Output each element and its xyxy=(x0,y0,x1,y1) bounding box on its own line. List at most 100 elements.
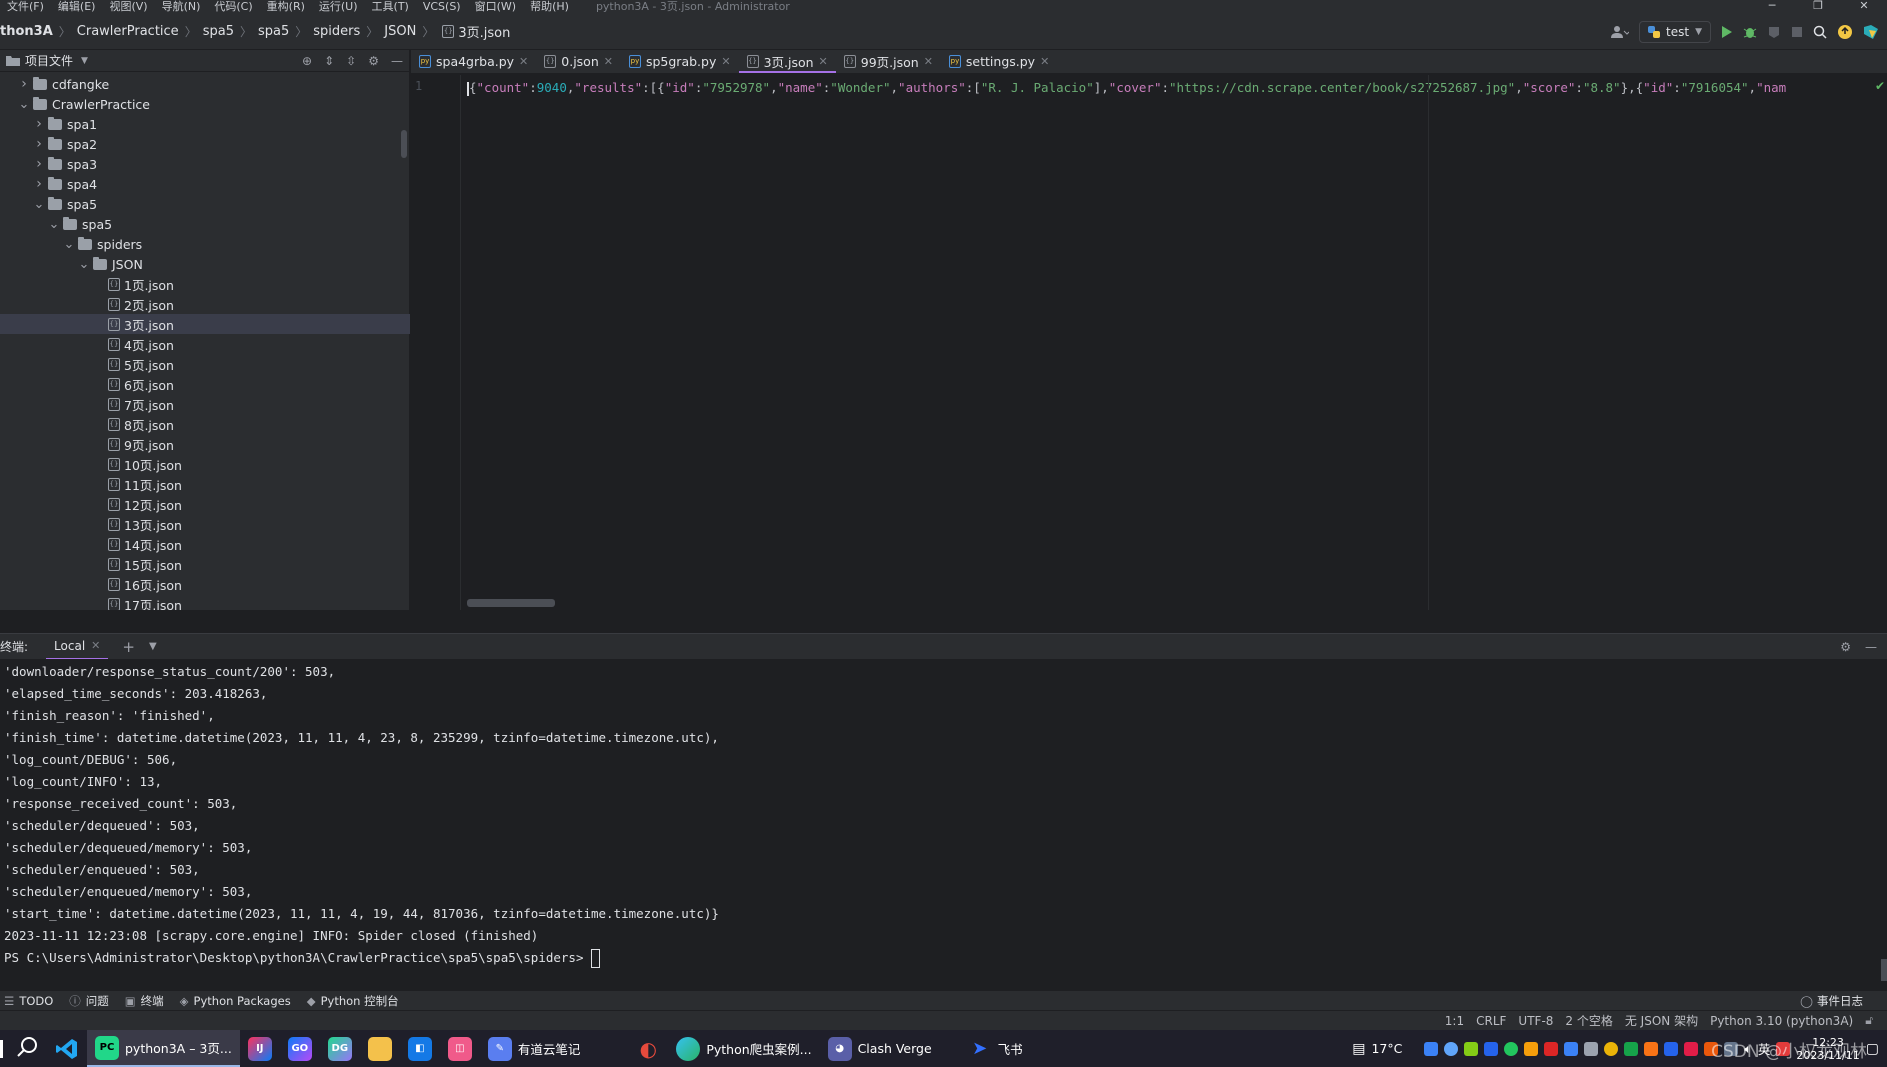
tree-file[interactable]: {} 12页.json xyxy=(0,494,410,514)
menu-item[interactable]: 重构(R) xyxy=(260,0,312,14)
taskbar-clash[interactable]: ◕ Clash Verge xyxy=(820,1030,940,1067)
notification-icon[interactable]: ▢ xyxy=(1866,1041,1879,1057)
breadcrumb-item[interactable]: spa5 xyxy=(258,24,289,39)
tree-folder[interactable]: › spa4 xyxy=(0,174,410,194)
python-interpreter[interactable]: Python 3.10 (python3A) xyxy=(1704,1014,1859,1028)
tray-app-icon[interactable] xyxy=(1644,1041,1659,1056)
tree-folder[interactable]: ⌄ JSON xyxy=(0,254,410,274)
locate-icon[interactable]: ⊕ xyxy=(302,54,312,68)
tree-folder[interactable]: › spa3 xyxy=(0,154,410,174)
chevron-right-icon[interactable]: › xyxy=(17,76,31,92)
line-separator[interactable]: CRLF xyxy=(1470,1014,1512,1028)
editor-tab[interactable]: py settings.py ✕ xyxy=(941,49,1057,73)
menu-item[interactable]: 导航(N) xyxy=(155,0,208,14)
taskbar-explorer[interactable] xyxy=(360,1030,400,1067)
close-button[interactable]: ✕ xyxy=(1841,0,1887,14)
tree-file[interactable]: {} 6页.json xyxy=(0,374,410,394)
taskbar-goland[interactable]: GO xyxy=(280,1030,320,1067)
gear-icon[interactable]: ⚙ xyxy=(1840,640,1851,654)
chevron-down-icon[interactable]: ⌄ xyxy=(77,257,91,272)
tray-app-icon[interactable] xyxy=(1584,1041,1599,1056)
taskbar-app-pink[interactable]: ◫ xyxy=(440,1030,480,1067)
weather-icon[interactable]: ▤ xyxy=(1352,1041,1365,1057)
chevron-down-icon[interactable]: ⌄ xyxy=(47,217,61,232)
user-icon[interactable] xyxy=(1611,25,1630,39)
taskbar-app-red[interactable]: ◐ xyxy=(628,1030,668,1067)
close-icon[interactable]: ✕ xyxy=(721,55,730,68)
editor-tab[interactable]: {} 0.json ✕ xyxy=(536,49,621,73)
chevron-right-icon[interactable]: › xyxy=(32,176,46,192)
breadcrumb-item[interactable]: CrawlerPractice xyxy=(77,24,179,39)
tray-app-icon[interactable] xyxy=(1604,1041,1619,1056)
tree-file[interactable]: {} 4页.json xyxy=(0,334,410,354)
taskbar-feishu[interactable]: ➤ 飞书 xyxy=(960,1030,1031,1067)
tree-file[interactable]: {} 10页.json xyxy=(0,454,410,474)
terminal-scrollbar[interactable] xyxy=(1881,959,1887,981)
tray-app-icon[interactable] xyxy=(1504,1041,1519,1056)
project-scrollbar[interactable] xyxy=(401,130,407,158)
menu-item[interactable]: 窗口(W) xyxy=(468,0,523,14)
menu-item[interactable]: 编辑(E) xyxy=(51,0,103,14)
close-icon[interactable]: ✕ xyxy=(519,55,528,68)
lock-icon[interactable]: 🔓︎ xyxy=(1859,1013,1879,1028)
tree-file[interactable]: {} 14页.json xyxy=(0,534,410,554)
expand-all-icon[interactable]: ⇕ xyxy=(324,54,334,68)
tree-folder[interactable]: › cdfangke xyxy=(0,74,410,94)
search-icon[interactable] xyxy=(1813,25,1827,39)
tree-folder[interactable]: › spa1 xyxy=(0,114,410,134)
close-icon[interactable]: ✕ xyxy=(604,55,613,68)
menu-item[interactable]: 帮助(H) xyxy=(523,0,576,14)
taskbar-intellij[interactable]: IJ xyxy=(240,1030,280,1067)
run-config-selector[interactable]: test ▼ xyxy=(1639,21,1711,43)
tree-folder[interactable]: ⌄ spa5 xyxy=(0,214,410,234)
editor-tab[interactable]: {} 3页.json ✕ xyxy=(738,49,836,73)
run-icon[interactable] xyxy=(1721,25,1733,39)
stop-icon[interactable] xyxy=(1791,26,1803,38)
chevron-right-icon[interactable]: › xyxy=(32,136,46,152)
taskbar-search[interactable] xyxy=(9,1030,47,1067)
close-icon[interactable]: ✕ xyxy=(819,55,828,68)
python-packages-button[interactable]: ◈ Python Packages xyxy=(178,994,305,1008)
breadcrumb-item[interactable]: thon3A xyxy=(0,24,53,39)
menu-item[interactable]: 文件(F) xyxy=(0,0,51,14)
tree-file[interactable]: {} 5页.json xyxy=(0,354,410,374)
editor-horizontal-scrollbar[interactable] xyxy=(467,599,555,607)
code-line[interactable]: {"count":9040,"results":[{"id":"7952978"… xyxy=(467,79,1873,97)
chevron-down-icon[interactable]: ⌄ xyxy=(32,197,46,212)
chevron-down-icon[interactable]: ▼ xyxy=(149,641,157,652)
tree-file[interactable]: {} 1页.json xyxy=(0,274,410,294)
tray-app-icon[interactable] xyxy=(1524,1041,1539,1056)
menu-item[interactable]: 代码(C) xyxy=(207,0,259,14)
tray-app-icon[interactable] xyxy=(1444,1041,1459,1056)
maximize-button[interactable]: ❐ xyxy=(1795,0,1841,14)
file-encoding[interactable]: UTF-8 xyxy=(1512,1014,1559,1028)
tree-file[interactable]: {} 7页.json xyxy=(0,394,410,414)
tray-app-icon[interactable] xyxy=(1664,1041,1679,1056)
tree-folder[interactable]: › spa2 xyxy=(0,134,410,154)
hide-icon[interactable]: — xyxy=(391,54,403,68)
taskbar-vscode[interactable] xyxy=(47,1030,87,1067)
terminal-tab-local[interactable]: Local ✕ xyxy=(46,634,109,660)
tree-file[interactable]: {} 3页.json xyxy=(0,314,410,334)
tray-app-icon[interactable] xyxy=(1424,1041,1439,1056)
coverage-icon[interactable] xyxy=(1767,25,1781,39)
chevron-down-icon[interactable]: ⌄ xyxy=(62,237,76,252)
tree-file[interactable]: {} 8页.json xyxy=(0,414,410,434)
close-icon[interactable]: ✕ xyxy=(1040,55,1049,68)
close-icon[interactable]: ✕ xyxy=(924,55,933,68)
chevron-right-icon[interactable]: › xyxy=(32,156,46,172)
event-log-button[interactable]: ◯ 事件日志 xyxy=(1800,993,1887,1009)
close-icon[interactable]: ✕ xyxy=(91,639,100,652)
tree-file[interactable]: {} 2页.json xyxy=(0,294,410,314)
taskbar-youdao[interactable]: ✎ 有道云笔记 xyxy=(480,1030,589,1067)
add-icon[interactable]: + xyxy=(122,638,135,656)
panel-divider[interactable] xyxy=(0,610,1887,633)
tree-file[interactable]: {} 16页.json xyxy=(0,574,410,594)
breadcrumb-item[interactable]: JSON xyxy=(384,24,416,39)
caret-position[interactable]: 1:1 xyxy=(1439,1014,1470,1028)
gear-icon[interactable]: ⚙ xyxy=(368,54,379,68)
start-button[interactable] xyxy=(0,1030,9,1067)
terminal-output[interactable]: 'downloader/response_status_count/200': … xyxy=(0,659,1887,984)
tree-folder[interactable]: ⌄ spa5 xyxy=(0,194,410,214)
editor-tab[interactable]: py spa4grba.py ✕ xyxy=(411,49,536,73)
